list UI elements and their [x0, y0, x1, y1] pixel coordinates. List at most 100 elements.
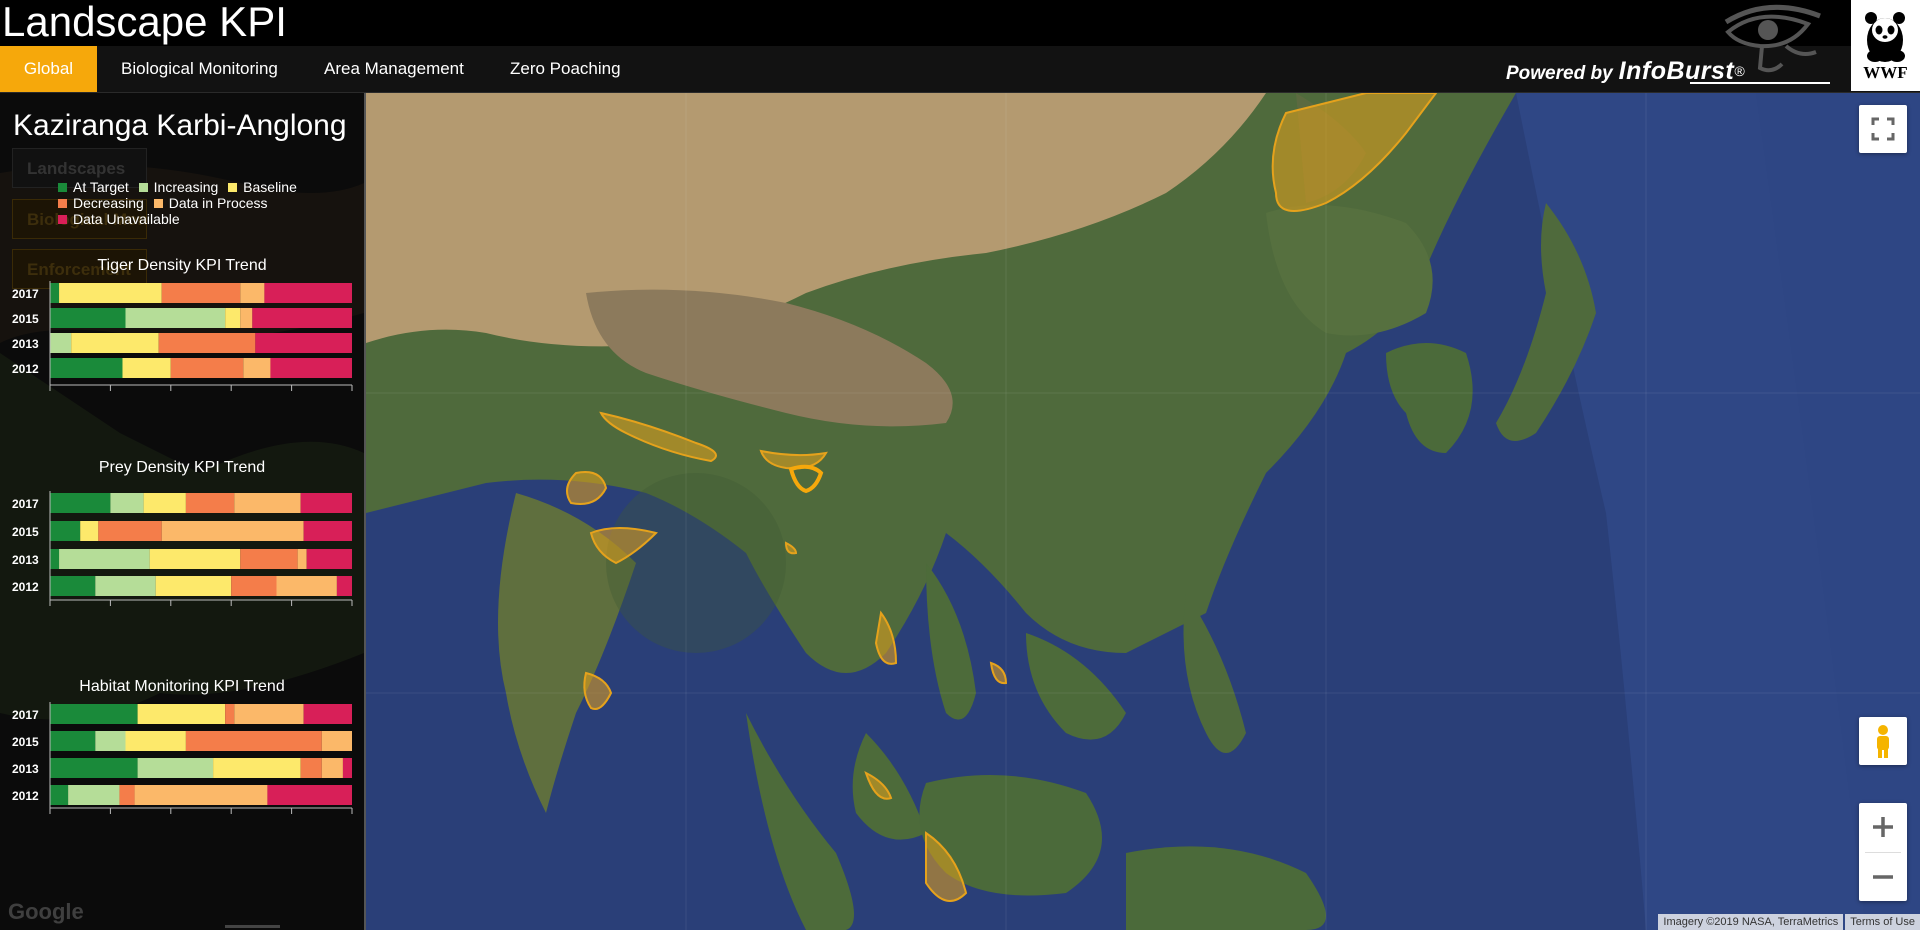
kpi-bar-segment[interactable]: [240, 549, 298, 569]
kpi-bar-segment[interactable]: [225, 308, 241, 328]
sidebar: Kaziranga Karbi-Anglong Landscapes Biolo…: [0, 93, 364, 930]
kpi-bar-segment[interactable]: [155, 576, 232, 596]
kpi-bar-segment[interactable]: [134, 785, 268, 805]
zoom-out-button[interactable]: [1859, 853, 1907, 901]
sidebar-scrollbar[interactable]: [225, 925, 280, 928]
kpi-bar-segment[interactable]: [161, 283, 241, 303]
kpi-bar-segment[interactable]: [336, 576, 352, 596]
kpi-bar-segment[interactable]: [276, 576, 337, 596]
minus-icon: [1873, 875, 1893, 879]
satellite-map[interactable]: Imagery ©2019 NASA, TerraMetrics Terms of…: [366, 93, 1920, 930]
kpi-bar-segment[interactable]: [50, 521, 81, 541]
kpi-bar-segment[interactable]: [50, 704, 138, 724]
kpi-bar-segment[interactable]: [149, 549, 241, 569]
kpi-bar-segment[interactable]: [95, 576, 156, 596]
kpi-bar-segment[interactable]: [71, 333, 159, 353]
kpi-bar-segment[interactable]: [267, 785, 352, 805]
kpi-bar-segment[interactable]: [321, 758, 343, 778]
tab-zero-poaching[interactable]: Zero Poaching: [486, 46, 645, 92]
kpi-bar-segment[interactable]: [185, 731, 322, 751]
kpi-bar-segment[interactable]: [300, 493, 352, 513]
legend-label: Data Unavailable: [73, 211, 180, 227]
kpi-bar-segment[interactable]: [306, 549, 352, 569]
tab-biological-monitoring[interactable]: Biological Monitoring: [97, 46, 302, 92]
legend-swatch: [138, 183, 148, 192]
kpi-bar-segment[interactable]: [240, 283, 265, 303]
kpi-bar-segment[interactable]: [170, 358, 244, 378]
legend-row: Decreasing Data in Process: [58, 195, 303, 211]
kpi-bar-segment[interactable]: [234, 704, 304, 724]
kpi-bar-segment[interactable]: [342, 758, 352, 778]
legend-item-data-in-process: Data in Process: [153, 195, 268, 211]
kpi-bar-segment[interactable]: [50, 549, 60, 569]
legend-label: At Target: [73, 179, 129, 195]
year-label: 2015: [12, 525, 39, 539]
kpi-bar-segment[interactable]: [95, 731, 126, 751]
kpi-bar-segment[interactable]: [303, 521, 352, 541]
kpi-bar-segment[interactable]: [231, 576, 277, 596]
terms-of-use-link[interactable]: Terms of Use: [1845, 914, 1920, 930]
brand-underline: [1690, 82, 1830, 84]
year-label: 2015: [12, 735, 39, 749]
kpi-bar-segment[interactable]: [50, 333, 72, 353]
kpi-bar-segment[interactable]: [158, 333, 256, 353]
legend-item-increasing: Increasing: [138, 179, 218, 195]
kpi-bar-segment[interactable]: [59, 549, 150, 569]
kpi-bar-segment[interactable]: [240, 308, 253, 328]
habitat-monitoring-chart: 2017 2015 2013 2012: [12, 702, 353, 814]
year-label: 2015: [12, 312, 39, 326]
kpi-bar-segment[interactable]: [68, 785, 120, 805]
kpi-bar-segment[interactable]: [243, 358, 271, 378]
kpi-bar-segment[interactable]: [270, 358, 352, 378]
kpi-bar-segment[interactable]: [50, 358, 123, 378]
fullscreen-button[interactable]: [1859, 105, 1907, 153]
kpi-bar-segment[interactable]: [161, 521, 304, 541]
panda-icon: [1865, 12, 1905, 62]
kpi-bar-segment[interactable]: [185, 493, 235, 513]
kpi-bar-segment[interactable]: [300, 758, 322, 778]
kpi-bar-segment[interactable]: [98, 521, 162, 541]
legend-label: Data in Process: [168, 195, 268, 211]
kpi-bar-segment[interactable]: [50, 758, 138, 778]
kpi-bar-segment[interactable]: [137, 758, 214, 778]
kpi-bar-segment[interactable]: [125, 308, 226, 328]
kpi-bar-segment[interactable]: [80, 521, 99, 541]
kpi-bar-segment[interactable]: [50, 785, 69, 805]
registered-mark: ®: [1734, 63, 1745, 79]
kpi-bar-segment[interactable]: [303, 704, 352, 724]
kpi-bar-segment[interactable]: [125, 731, 186, 751]
kpi-bar-segment[interactable]: [321, 731, 352, 751]
kpi-bar-segment[interactable]: [255, 333, 352, 353]
kpi-bar-segment[interactable]: [59, 283, 162, 303]
kpi-bar-segment[interactable]: [297, 549, 307, 569]
kpi-bar-segment[interactable]: [225, 704, 235, 724]
infoburst-brand: InfoBurst: [1618, 57, 1735, 85]
kpi-bar-segment[interactable]: [50, 283, 60, 303]
legend-swatch: [228, 183, 238, 192]
kpi-bar-segment[interactable]: [50, 493, 111, 513]
fullscreen-icon: [1871, 117, 1895, 141]
google-logo: Google: [8, 899, 84, 924]
legend-item-at-target: At Target: [58, 179, 129, 195]
kpi-bar-segment[interactable]: [213, 758, 301, 778]
kpi-bar-segment[interactable]: [50, 308, 126, 328]
kpi-bar-segment[interactable]: [110, 493, 144, 513]
legend-item-baseline: Baseline: [228, 179, 297, 195]
kpi-bar-segment[interactable]: [50, 731, 96, 751]
kpi-bar-segment[interactable]: [137, 704, 226, 724]
kpi-bar-segment[interactable]: [119, 785, 135, 805]
kpi-bar-segment[interactable]: [264, 283, 352, 303]
tab-global[interactable]: Global: [0, 46, 97, 92]
street-view-pegman-button[interactable]: [1859, 717, 1907, 765]
kpi-bar-segment[interactable]: [50, 576, 96, 596]
kpi-bar-segment[interactable]: [143, 493, 186, 513]
tab-area-management[interactable]: Area Management: [300, 46, 488, 92]
wwf-text: WWF: [1863, 63, 1908, 82]
legend-row: Data Unavailable: [58, 211, 303, 227]
legend-swatch: [58, 199, 67, 208]
app-title: Landscape KPI: [2, 0, 287, 45]
kpi-bar-segment[interactable]: [252, 308, 352, 328]
zoom-in-button[interactable]: [1859, 803, 1907, 851]
kpi-bar-segment[interactable]: [234, 493, 301, 513]
kpi-bar-segment[interactable]: [122, 358, 171, 378]
